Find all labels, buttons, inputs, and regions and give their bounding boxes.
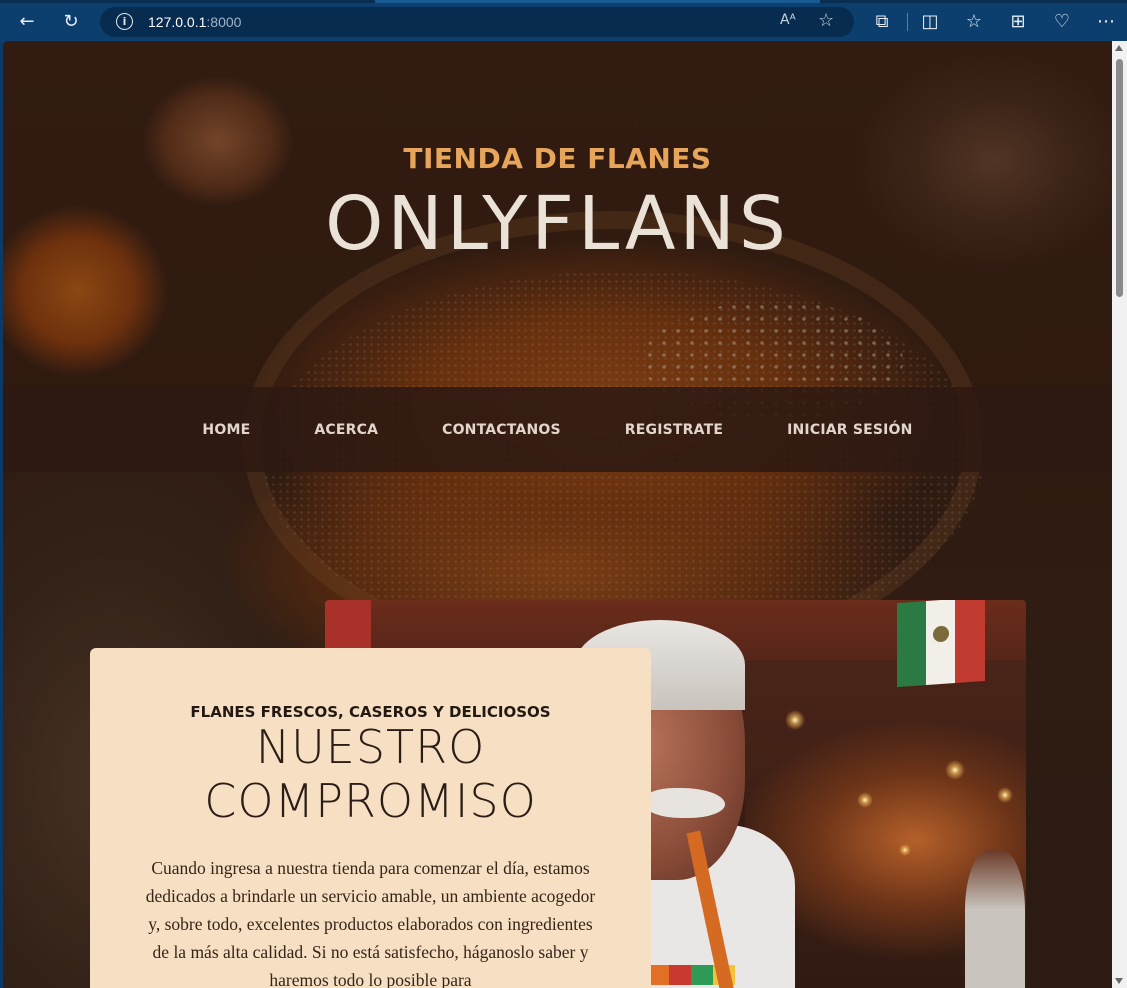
- scroll-up-icon[interactable]: [1115, 45, 1123, 51]
- vertical-scrollbar[interactable]: [1112, 41, 1127, 988]
- toolbar-divider: [907, 13, 908, 31]
- nav-home[interactable]: HOME: [202, 422, 250, 438]
- mexican-flag: [897, 600, 985, 688]
- background-person: [965, 850, 1025, 988]
- reload-icon[interactable]: ↻: [55, 5, 87, 37]
- address-bar[interactable]: i 127.0.0.1:8000 Aᴬ ☆: [100, 7, 854, 37]
- browser-toolbar: ← ↻ i 127.0.0.1:8000 Aᴬ ☆ ⧉ ◫ ☆ ⊞ ♡ ⋯: [0, 0, 1127, 42]
- split-screen-icon[interactable]: ◫: [914, 5, 946, 37]
- mustache: [645, 788, 725, 818]
- nav-iniciar-sesion[interactable]: INICIAR SESIÓN: [787, 422, 912, 438]
- url-port: :8000: [206, 14, 242, 30]
- web-page: TIENDA DE FLANES ONLYFLANS HOME ACERCA C…: [3, 41, 1112, 988]
- section-body: Cuando ingresa a nuestra tienda para com…: [145, 858, 596, 988]
- site-title: ONLYFLANS: [3, 181, 1112, 267]
- scrollbar-thumb[interactable]: [1116, 59, 1123, 297]
- extensions-icon[interactable]: ⧉: [866, 5, 898, 37]
- site-info-icon[interactable]: i: [116, 13, 133, 30]
- section-kicker: FLANES FRESCOS, CASEROS Y DELICIOSOS: [190, 703, 551, 721]
- favorites-icon[interactable]: ☆: [958, 5, 990, 37]
- section-title: NUESTRO COMPROMISO: [90, 720, 651, 828]
- read-aloud-icon[interactable]: Aᴬ: [780, 12, 796, 28]
- section-title-line1: NUESTRO: [255, 720, 486, 774]
- page-viewport: TIENDA DE FLANES ONLYFLANS HOME ACERCA C…: [3, 41, 1127, 988]
- nav-acerca[interactable]: ACERCA: [314, 422, 378, 438]
- collections-icon[interactable]: ⊞: [1002, 5, 1034, 37]
- site-subtitle: TIENDA DE FLANES: [403, 142, 712, 175]
- nav-registrate[interactable]: REGISTRATE: [625, 422, 723, 438]
- nav-contactanos[interactable]: CONTACTANOS: [442, 422, 561, 438]
- url-text[interactable]: 127.0.0.1:8000: [148, 14, 241, 30]
- scroll-down-icon[interactable]: [1115, 978, 1123, 984]
- add-favorite-icon[interactable]: ☆: [818, 10, 834, 31]
- site-title-text: ONLYFLANS: [325, 181, 790, 267]
- section-title-line2: COMPROMISO: [204, 774, 537, 828]
- settings-menu-icon[interactable]: ⋯: [1090, 5, 1122, 37]
- commitment-card: FLANES FRESCOS, CASEROS Y DELICIOSOS NUE…: [90, 648, 651, 988]
- main-navigation: HOME ACERCA CONTACTANOS REGISTRATE INICI…: [3, 387, 1112, 472]
- back-icon[interactable]: ←: [11, 5, 43, 37]
- browser-essentials-icon[interactable]: ♡: [1046, 5, 1078, 37]
- tab-strip: [0, 0, 1127, 3]
- url-host: 127.0.0.1: [148, 14, 207, 30]
